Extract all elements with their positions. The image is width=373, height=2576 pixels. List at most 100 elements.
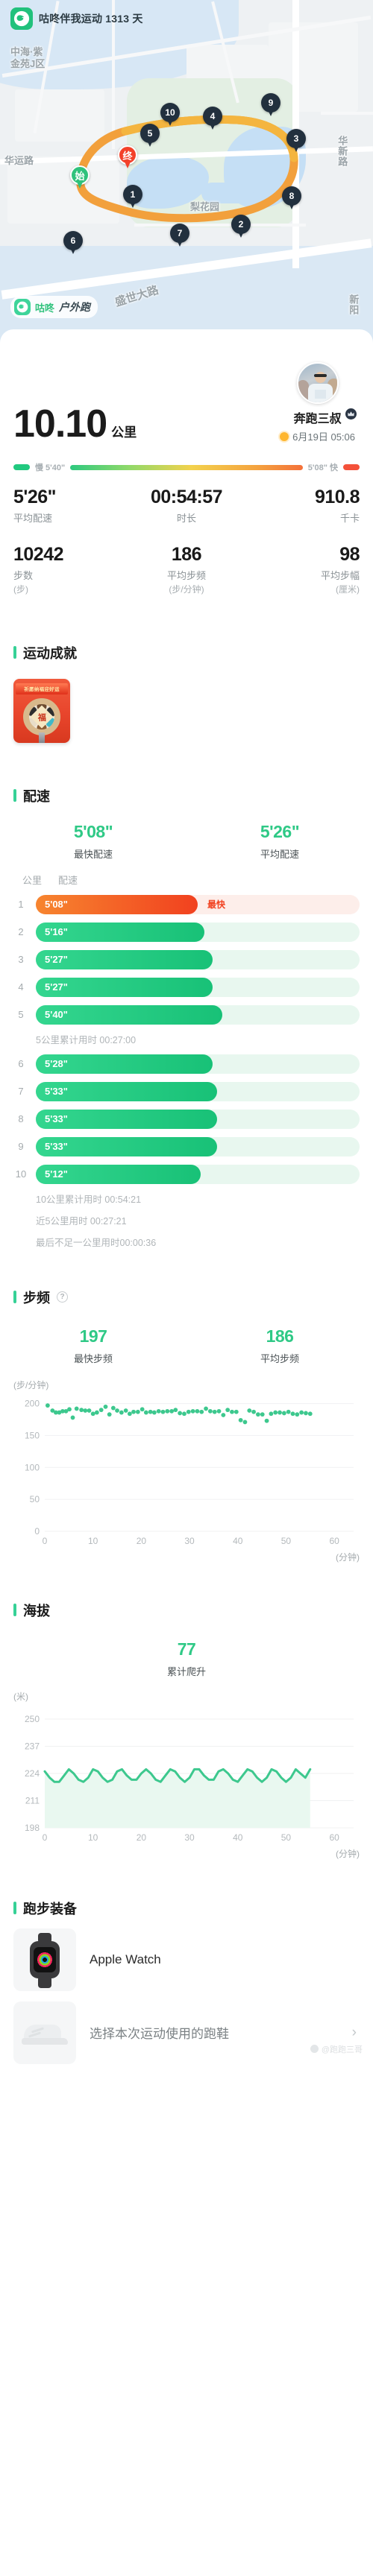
average-pace-label: 平均配速: [260, 848, 299, 860]
pace-note-partial: 最后不足一公里用时00:00:36: [36, 1237, 157, 1248]
pace-split-row: 8 5'33": [0, 1109, 373, 1129]
user-block[interactable]: 奔跑三叔 6月19日 05:06: [280, 362, 360, 443]
section-title: 海拔: [23, 1603, 50, 1618]
pace-split-list-2: 6 5'28" 7 5'33" 8 5'33" 9 5'33" 10 5'12": [0, 1054, 373, 1184]
cadence-chart: 0 50 100 150 200 0 10 20 30 40 50 60: [0, 1391, 373, 1548]
svg-text:40: 40: [233, 1536, 243, 1546]
app-badge-text: 咕咚伴我运动 1313 天: [39, 13, 143, 25]
map-pin-km-1[interactable]: 1: [123, 185, 142, 210]
avg-cadence-block: 186 平均步频: [186, 1326, 373, 1365]
pace-split-row: 3 5'27": [0, 949, 373, 969]
activity-date-text: 6月19日 05:06: [292, 431, 355, 443]
max-cadence-value: 197: [79, 1326, 107, 1346]
stat-avg-pace: 5'26" 平均配速: [13, 487, 129, 525]
pace-split-track: 5'33": [36, 1136, 360, 1156]
pace-split-value: 5'33": [45, 1086, 68, 1097]
pace-split-fill: 5'40": [36, 1004, 222, 1025]
stat-unit: (步/分钟): [169, 583, 204, 595]
fastest-pace-block: 5'08" 最快配速: [0, 822, 186, 861]
max-cadence-label: 最快步频: [73, 1352, 113, 1364]
activity-date: 6月19日 05:06: [280, 429, 355, 443]
crown-badge-icon: [344, 407, 358, 421]
pace-split-km: 4: [18, 981, 24, 993]
pace-split-track: 5'16": [36, 922, 360, 942]
pace-split-km: 5: [18, 1009, 24, 1020]
chevron-right-icon[interactable]: ›: [352, 2025, 360, 2041]
map-pin-km-5[interactable]: 5: [140, 124, 160, 149]
pace-table-header: 公里 配速: [0, 861, 373, 887]
pace-split-value: 5'40": [45, 1009, 68, 1020]
pace-split-row: 4 5'27": [0, 977, 373, 997]
pace-split-fill: 5'33": [36, 1136, 218, 1156]
achievement-medal[interactable]: 祈愿纳福迎好运 福: [13, 678, 70, 743]
map-pin-km-10[interactable]: 10: [160, 103, 180, 128]
pace-split-value: 5'27": [45, 981, 68, 993]
stat-steps: 10242 步数 (步): [13, 544, 129, 595]
achievement-list: 祈愿纳福迎好运 福: [0, 662, 373, 743]
stat-unit: (厘米): [336, 583, 360, 595]
svg-text:50: 50: [30, 1494, 40, 1504]
stat-value: 98: [339, 543, 360, 565]
svg-text:20: 20: [137, 1536, 147, 1546]
pace-split-fill: 5'27": [36, 949, 213, 969]
map-pin-km-2[interactable]: 2: [231, 215, 251, 240]
pace-split-track: 5'33": [36, 1081, 360, 1101]
pace-split-value: 5'27": [45, 954, 68, 965]
summary-hero: 10.10 公里 奔跑三叔 6月19日 05:06: [0, 329, 373, 443]
stat-label: 平均步幅: [320, 569, 360, 581]
app-badge: 咕咚伴我运动 1313 天: [10, 7, 143, 30]
medal-ribbon-text: 祈愿纳福迎好运: [16, 683, 68, 694]
codoon-logo-icon: [10, 7, 33, 30]
svg-text:60: 60: [329, 1536, 339, 1546]
pace-gradient-bar: [70, 464, 303, 470]
distance-value: 10.10: [13, 402, 107, 446]
cadence-summary: 197 最快步频 186 平均步频: [0, 1307, 373, 1365]
map-pin-km-8[interactable]: 8: [282, 186, 301, 212]
svg-text:50: 50: [281, 1832, 292, 1843]
pace-split-km: 3: [18, 954, 24, 965]
section-gear-heading: 跑步装备: [0, 1899, 373, 1918]
fastest-split-tag: 最快: [207, 899, 226, 910]
section-title: 跑步装备: [23, 1901, 77, 1917]
help-icon[interactable]: ?: [57, 1291, 68, 1303]
pace-split-row: 5 5'40": [0, 1004, 373, 1025]
pace-split-value: 5'16": [45, 926, 68, 937]
pace-split-km: 9: [18, 1141, 24, 1152]
svg-text:10: 10: [88, 1832, 98, 1843]
elevation-gain-value: 77: [177, 1639, 196, 1659]
pace-split-km: 1: [18, 899, 24, 910]
svg-text:30: 30: [184, 1536, 195, 1546]
map-pin-start[interactable]: 始: [70, 165, 90, 191]
svg-text:100: 100: [25, 1462, 40, 1472]
fastest-pace-label: 最快配速: [73, 848, 113, 860]
pace-gradient-strip: 慢 5'40" 5'08" 快: [0, 461, 373, 473]
gear-label: Apple Watch: [90, 1952, 161, 1966]
gear-item-watch[interactable]: Apple Watch: [0, 1928, 373, 1991]
section-accent-bar: [13, 1604, 16, 1616]
primary-stats: 5'26" 平均配速 00:54:57 时长 910.8 千卡: [0, 487, 373, 525]
map-pin-end[interactable]: 终: [118, 145, 137, 171]
pace-note-10km: 10公里累计用时 00:54:21: [36, 1194, 142, 1205]
svg-text:0: 0: [43, 1536, 48, 1546]
map-pin-km-6[interactable]: 6: [63, 231, 83, 256]
pace-split-fill: 5'16": [36, 922, 204, 942]
pace-split-row: 7 5'33": [0, 1081, 373, 1101]
svg-text:224: 224: [25, 1768, 40, 1779]
map-pin-km-9[interactable]: 9: [261, 93, 280, 118]
stat-label: 平均步频: [166, 569, 206, 581]
section-title: 运动成就: [23, 645, 77, 661]
map-pin-km-3[interactable]: 3: [286, 129, 306, 154]
pace-split-track: 5'33": [36, 1109, 360, 1129]
col-km-label: 公里: [22, 874, 43, 886]
section-accent-bar: [13, 1291, 16, 1303]
svg-text:198: 198: [25, 1823, 40, 1833]
stat-label: 千卡: [339, 512, 360, 524]
stat-value: 910.8: [314, 487, 360, 507]
map-pin-km-4[interactable]: 4: [203, 107, 222, 132]
svg-text:30: 30: [184, 1832, 195, 1843]
avatar[interactable]: [296, 362, 339, 404]
slow-pace-label: 慢 5'40": [35, 463, 66, 472]
stat-value: 5'26": [13, 487, 57, 507]
map-pin-km-7[interactable]: 7: [170, 224, 189, 249]
route-map[interactable]: 咕咚伴我运动 1313 天 中海·紫 金苑J区 华运路 梨花园 盛世大路 华新路 …: [0, 0, 373, 349]
